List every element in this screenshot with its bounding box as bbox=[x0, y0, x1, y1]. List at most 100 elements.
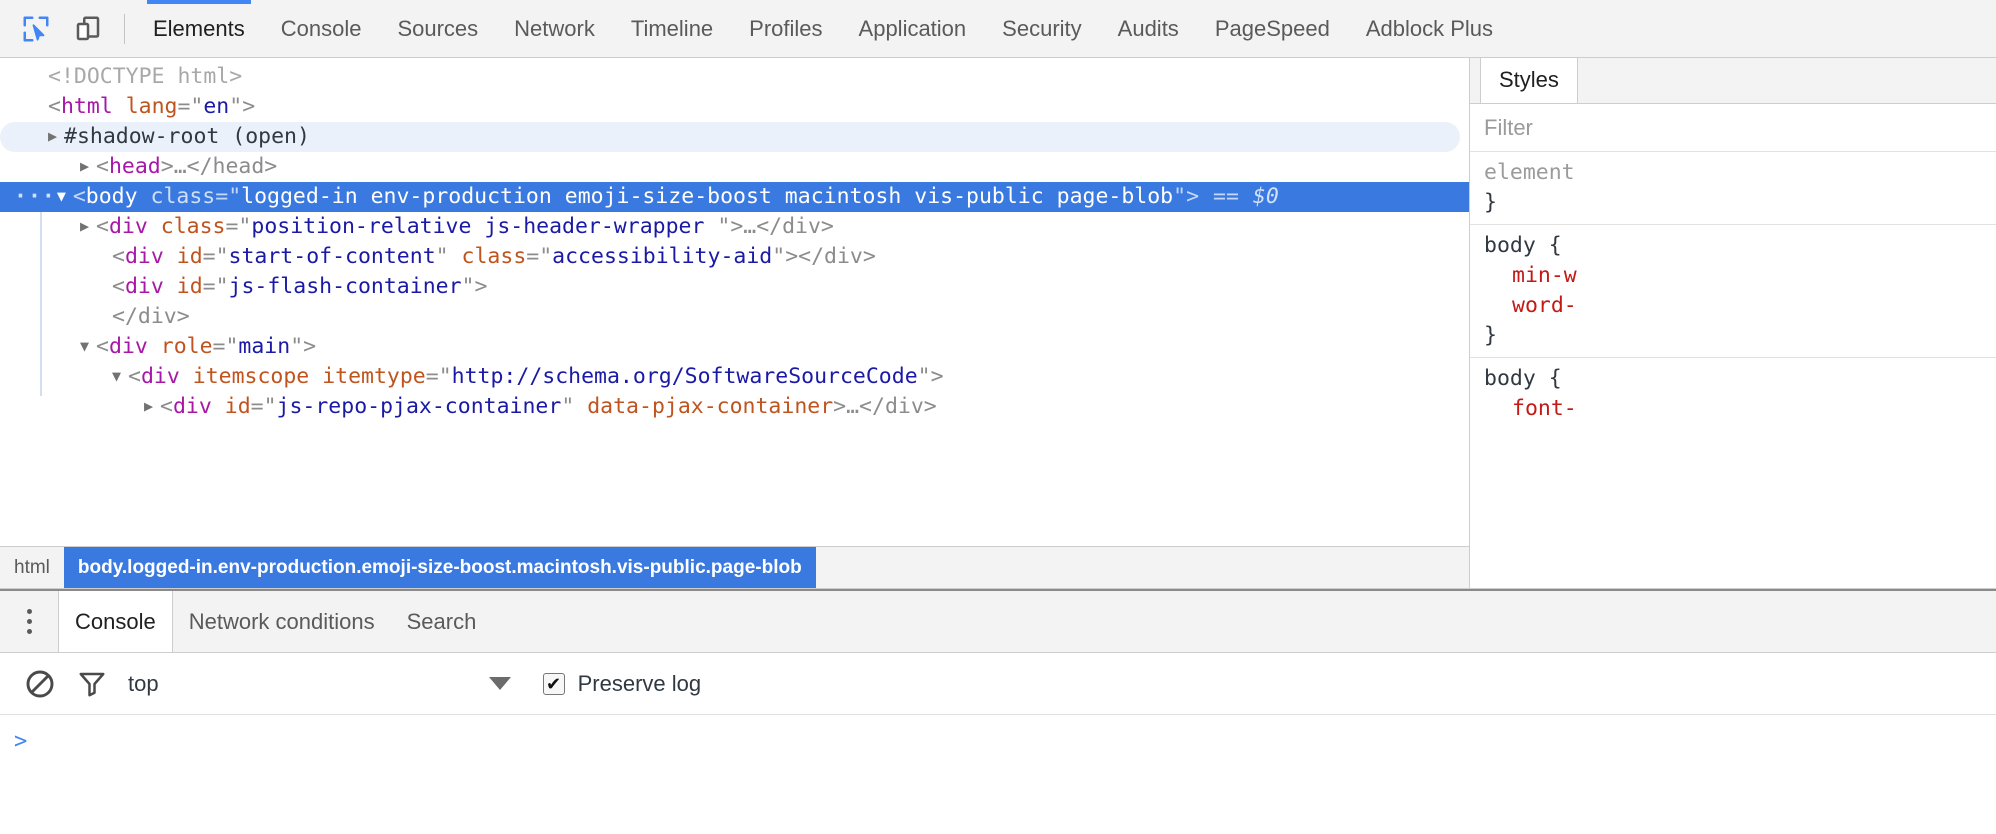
dom-node-start-of-content[interactable]: <div id="start-of-content" class="access… bbox=[0, 242, 1469, 272]
attr-value: main bbox=[238, 334, 291, 359]
breadcrumb-item-html[interactable]: html bbox=[0, 547, 64, 588]
tab-audits[interactable]: Audits bbox=[1100, 0, 1197, 57]
css-property[interactable]: font- bbox=[1484, 394, 1996, 424]
breadcrumb-item-body[interactable]: body.logged-in.env-production.emoji-size… bbox=[63, 547, 816, 588]
tab-application[interactable]: Application bbox=[841, 0, 985, 57]
drawer-tab-search[interactable]: Search bbox=[391, 591, 493, 652]
tab-pagespeed[interactable]: PageSpeed bbox=[1197, 0, 1348, 57]
dom-node-doctype[interactable]: <!DOCTYPE html> bbox=[0, 62, 1469, 92]
tab-network[interactable]: Network bbox=[496, 0, 613, 57]
tag-name: body bbox=[85, 184, 138, 209]
overflow-dots[interactable]: ··· bbox=[14, 184, 56, 209]
dom-tree[interactable]: <!DOCTYPE html> <html lang="en"> ▶ #shado… bbox=[0, 58, 1469, 546]
tab-console[interactable]: Console bbox=[263, 0, 380, 57]
tab-adblock-plus[interactable]: Adblock Plus bbox=[1348, 0, 1511, 57]
tab-label: Network bbox=[514, 15, 595, 41]
more-options-icon[interactable] bbox=[0, 591, 58, 652]
style-rule-element[interactable]: element } bbox=[1470, 152, 1996, 225]
panel-tabs: Elements Console Sources Network Timelin… bbox=[135, 0, 1511, 57]
rule-brace: } bbox=[1484, 190, 1497, 215]
drawer-tab-network-conditions[interactable]: Network conditions bbox=[173, 591, 391, 652]
tab-timeline[interactable]: Timeline bbox=[613, 0, 731, 57]
tag-name: div bbox=[108, 214, 148, 239]
breadcrumb-label: html bbox=[14, 556, 50, 578]
styles-tabbar: Styles bbox=[1470, 58, 1996, 104]
tab-label: Sources bbox=[397, 15, 479, 41]
css-property[interactable]: min-w bbox=[1484, 261, 1996, 291]
device-toolbar-icon[interactable] bbox=[62, 0, 114, 58]
dom-node-flash-container-close[interactable]: </div> bbox=[0, 302, 1469, 332]
dom-node-itemscope[interactable]: ▼ <div itemscope itemtype="http://schema.… bbox=[0, 362, 1469, 392]
main-split: <!DOCTYPE html> <html lang="en"> ▶ #shado… bbox=[0, 58, 1996, 589]
tab-profiles[interactable]: Profiles bbox=[731, 0, 840, 57]
chevron-down-icon[interactable]: ▼ bbox=[112, 361, 128, 391]
tab-label: Timeline bbox=[630, 15, 714, 41]
attr-name: data-pjax-container bbox=[587, 394, 834, 419]
shadow-root-label: #shadow-root (open) bbox=[64, 124, 310, 149]
attr-value: en bbox=[203, 94, 230, 119]
tab-styles[interactable]: Styles bbox=[1480, 58, 1578, 103]
tab-label: Network conditions bbox=[188, 608, 375, 634]
preserve-log-checkbox[interactable]: ✔ bbox=[542, 672, 565, 695]
chevron-down-icon[interactable]: ▼ bbox=[80, 331, 96, 361]
attr-name: id bbox=[176, 244, 203, 269]
attr-name: class bbox=[160, 214, 226, 239]
attr-value: js-repo-pjax-container bbox=[276, 394, 562, 419]
dom-node-role-main[interactable]: ▼ <div role="main"> bbox=[0, 332, 1469, 362]
dom-node-body-selected[interactable]: ···▼ <body class="logged-in env-productio… bbox=[0, 182, 1469, 212]
chevron-down-icon[interactable] bbox=[488, 677, 511, 690]
toolbar-buttons bbox=[0, 0, 135, 57]
chevron-right-icon[interactable]: ▶ bbox=[48, 121, 64, 151]
chevron-right-icon[interactable]: ▶ bbox=[80, 151, 96, 181]
attr-value: start-of-content bbox=[228, 244, 436, 269]
drawer-tab-console[interactable]: Console bbox=[58, 591, 173, 652]
console-output[interactable]: > bbox=[0, 715, 1996, 834]
attr-name: class bbox=[150, 184, 216, 209]
inspect-cursor-icon[interactable] bbox=[10, 0, 62, 58]
dom-node-shadow-root[interactable]: ▶ #shadow-root (open) bbox=[0, 122, 1460, 152]
dom-node-html[interactable]: <html lang="en"> bbox=[0, 92, 1469, 122]
attr-name: id bbox=[176, 274, 203, 299]
tag-name: html bbox=[60, 94, 113, 119]
bracket: "> bbox=[229, 94, 256, 119]
drawer-tabbar: Console Network conditions Search bbox=[0, 591, 1996, 653]
attr-value: http://schema.org/SoftwareSourceCode bbox=[451, 364, 918, 389]
tag-name: div bbox=[124, 244, 164, 269]
dom-node-pjax-container[interactable]: ▶ <div id="js-repo-pjax-container" data-p… bbox=[0, 392, 1469, 422]
tab-security[interactable]: Security bbox=[984, 0, 1099, 57]
attr-name: lang bbox=[125, 94, 178, 119]
dom-node-header-wrapper[interactable]: ▶ <div class="position-relative js-header… bbox=[0, 212, 1469, 242]
toolbar-divider bbox=[124, 13, 125, 44]
rule-selector: body { bbox=[1484, 366, 1562, 391]
rule-selector: body { bbox=[1484, 233, 1562, 258]
filter-funnel-icon[interactable] bbox=[66, 658, 118, 710]
dom-node-head[interactable]: ▶ <head>…</head> bbox=[0, 152, 1469, 182]
attr-name: id bbox=[224, 394, 251, 419]
style-rule-body-2[interactable]: body { font- bbox=[1470, 358, 1996, 430]
css-property[interactable]: word- bbox=[1484, 291, 1996, 321]
style-rule-body-1[interactable]: body { min-w word- } bbox=[1470, 225, 1996, 358]
chevron-right-icon[interactable]: ▶ bbox=[80, 211, 96, 241]
tab-elements[interactable]: Elements bbox=[135, 0, 263, 57]
tag-name: div bbox=[140, 364, 180, 389]
console-prompt-icon[interactable]: > bbox=[14, 729, 27, 754]
styles-filter-input[interactable]: Filter bbox=[1484, 115, 1533, 141]
tab-label: Styles bbox=[1499, 67, 1559, 92]
rule-selector: element bbox=[1484, 160, 1575, 185]
chevron-right-icon[interactable]: ▶ bbox=[144, 391, 160, 421]
breadcrumb-label: body.logged-in.env-production.emoji-size… bbox=[77, 556, 802, 578]
dot bbox=[26, 609, 32, 614]
tab-sources[interactable]: Sources bbox=[379, 0, 496, 57]
tab-label: Search bbox=[406, 608, 477, 634]
chevron-down-icon[interactable]: ▼ bbox=[57, 181, 73, 211]
clear-console-icon[interactable] bbox=[14, 658, 66, 710]
collapsed-tail: …</div> bbox=[743, 214, 834, 239]
tab-label: Profiles bbox=[749, 15, 823, 41]
tab-label: Application bbox=[858, 15, 967, 41]
preserve-log-toggle[interactable]: ✔ Preserve log bbox=[542, 671, 701, 697]
bracket: > bbox=[303, 334, 317, 359]
dom-node-flash-container-open[interactable]: <div id="js-flash-container"> bbox=[0, 272, 1469, 302]
tab-label: Adblock Plus bbox=[1365, 15, 1493, 41]
styles-filter-row[interactable]: Filter bbox=[1470, 104, 1996, 152]
console-context-selector[interactable]: top bbox=[128, 671, 159, 697]
